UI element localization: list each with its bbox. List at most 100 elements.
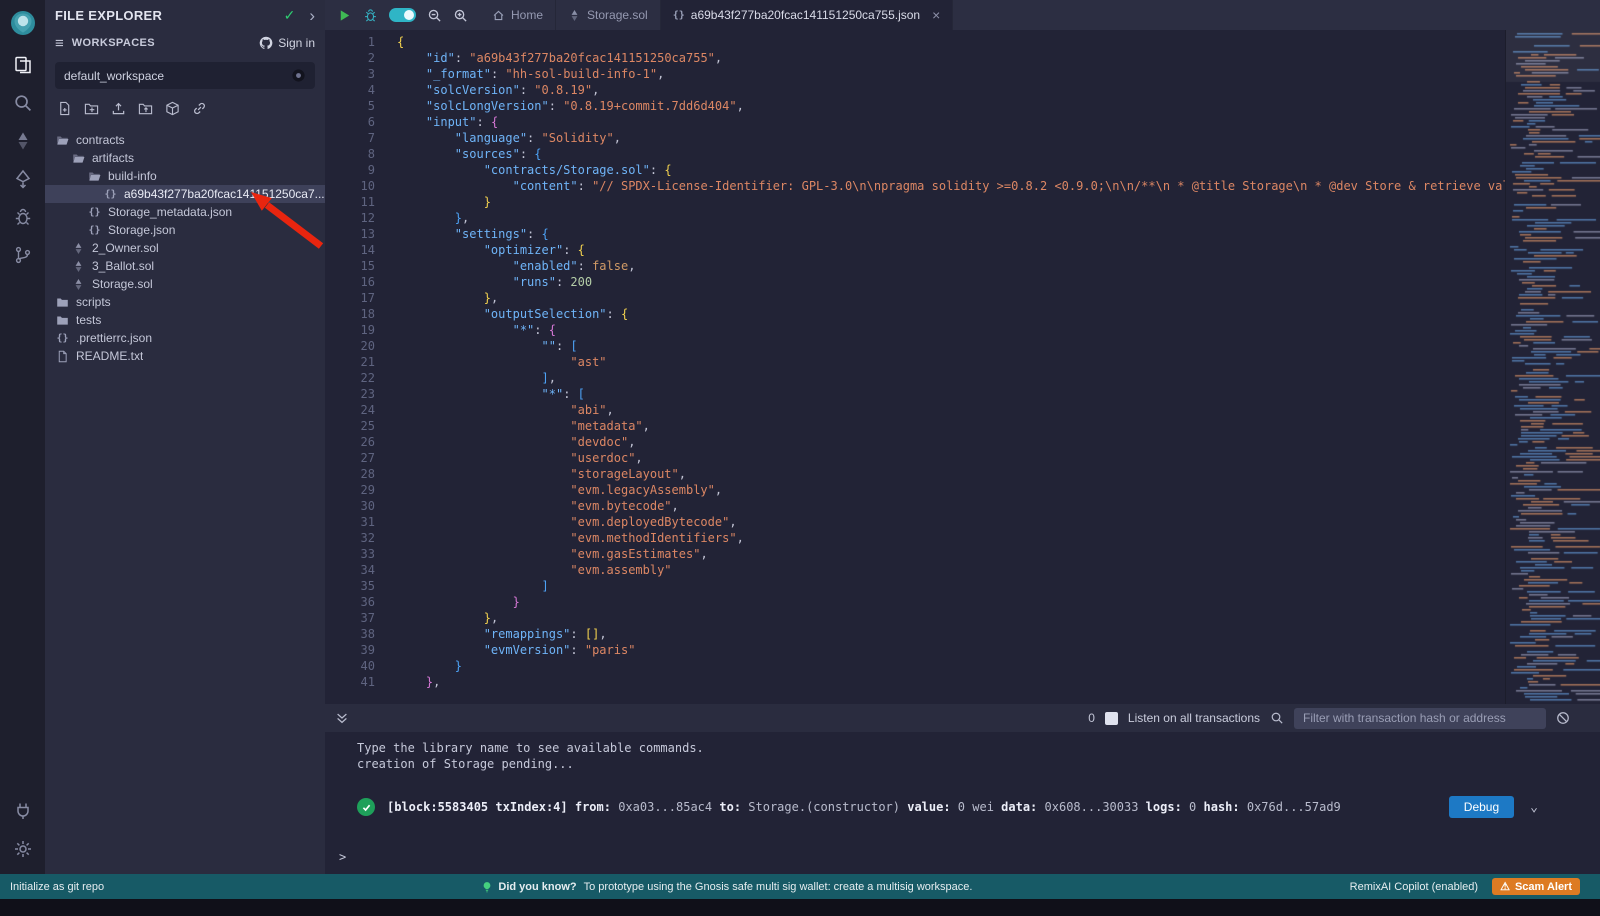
chevron-down-icon[interactable]: ⌄: [1530, 800, 1538, 815]
git-icon[interactable]: [0, 236, 45, 274]
link-icon[interactable]: [192, 101, 207, 121]
copilot-status[interactable]: RemixAI Copilot (enabled): [1350, 881, 1478, 893]
code-line: "content": "// SPDX-License-Identifier: …: [397, 178, 1505, 194]
terminal[interactable]: Type the library name to see available c…: [325, 732, 1600, 874]
chevron-right-icon[interactable]: ›: [309, 7, 315, 24]
window-edge: [0, 899, 1600, 916]
file-tree-item[interactable]: {}.prettierrc.json: [45, 329, 325, 347]
file-tree-item[interactable]: build-info: [45, 167, 325, 185]
line-number: 28: [325, 466, 375, 482]
code-line: "": [: [397, 338, 1505, 354]
file-tree-item[interactable]: 2_Owner.sol: [45, 239, 325, 257]
file-explorer-icon[interactable]: [0, 46, 45, 84]
line-number: 29: [325, 482, 375, 498]
activity-bar-bottom: [0, 792, 45, 874]
zoom-in-icon[interactable]: [453, 8, 468, 23]
settings-icon[interactable]: [0, 830, 45, 868]
file-name: a69b43f277ba20fcac141151250ca7...: [124, 187, 325, 201]
code-line: "solcVersion": "0.8.19",: [397, 82, 1505, 98]
code-line: "_format": "hh-sol-build-info-1",: [397, 66, 1505, 82]
json-icon: {}: [87, 207, 102, 218]
home-icon: [492, 9, 505, 22]
line-number: 19: [325, 322, 375, 338]
line-number: 5: [325, 98, 375, 114]
code-line: "ast": [397, 354, 1505, 370]
file-tree-item[interactable]: {}Storage.json: [45, 221, 325, 239]
file-tree-item[interactable]: scripts: [45, 293, 325, 311]
zoom-out-icon[interactable]: [427, 8, 442, 23]
file-name: Storage.json: [108, 223, 175, 237]
collapse-terminal-icon[interactable]: [335, 711, 349, 725]
sign-in-button[interactable]: Sign in: [259, 36, 315, 50]
tip-text: To prototype using the Gnosis safe multi…: [584, 881, 973, 893]
upload-folder-icon[interactable]: [138, 101, 153, 121]
file-tree-item[interactable]: contracts: [45, 131, 325, 149]
bug-icon[interactable]: [363, 8, 378, 23]
file-tree-item[interactable]: 3_Ballot.sol: [45, 257, 325, 275]
code-editor[interactable]: 1234567891011121314151617181920212223242…: [325, 30, 1600, 704]
line-number: 12: [325, 210, 375, 226]
github-icon: [259, 36, 273, 50]
terminal-header: 0 Listen on all transactions: [325, 704, 1600, 732]
code-line: "evm.legacyAssembly",: [397, 482, 1505, 498]
debug-button[interactable]: Debug: [1449, 796, 1514, 818]
line-number: 36: [325, 594, 375, 610]
line-number: 25: [325, 418, 375, 434]
workspaces-label: WORKSPACES: [72, 37, 252, 49]
transaction-row[interactable]: [block:5583405 txIndex:4] from: 0xa03...…: [357, 796, 1600, 818]
file-tree-item[interactable]: tests: [45, 311, 325, 329]
file-name: artifacts: [92, 151, 134, 165]
solidity-compiler-icon[interactable]: [0, 122, 45, 160]
search-icon[interactable]: [1270, 711, 1284, 725]
deploy-run-icon[interactable]: [0, 160, 45, 198]
line-number: 40: [325, 658, 375, 674]
new-file-icon[interactable]: [57, 101, 72, 121]
tab-bar: HomeStorage.sol{}a69b43f277ba20fcac14115…: [325, 0, 1600, 30]
success-check-icon: [357, 798, 375, 816]
line-number: 10: [325, 178, 375, 194]
line-number: 26: [325, 434, 375, 450]
line-number: 20: [325, 338, 375, 354]
listen-checkbox[interactable]: [1105, 712, 1118, 725]
panel-header: FILE EXPLORER ✓ ›: [45, 0, 325, 30]
code-line: }: [397, 658, 1505, 674]
line-number: 30: [325, 498, 375, 514]
upload-file-icon[interactable]: [111, 101, 126, 121]
code-line: "optimizer": {: [397, 242, 1505, 258]
line-number: 8: [325, 146, 375, 162]
new-folder-icon[interactable]: [84, 101, 99, 121]
git-init-button[interactable]: Initialize as git repo: [10, 881, 104, 893]
transaction-log-text: [block:5583405 txIndex:4] from: 0xa03...…: [387, 800, 1449, 814]
tab-home[interactable]: Home: [480, 0, 556, 30]
search-icon[interactable]: [0, 84, 45, 122]
activity-bar-top: [0, 0, 45, 274]
menu-icon[interactable]: ≡: [55, 35, 64, 52]
tab-storage-sol[interactable]: Storage.sol: [556, 0, 661, 30]
debugger-icon[interactable]: [0, 198, 45, 236]
clear-console-icon[interactable]: [1556, 711, 1570, 725]
file-tree-item[interactable]: {}a69b43f277ba20fcac141151250ca7...: [45, 185, 325, 203]
minimap-canvas: [1506, 30, 1600, 704]
close-icon[interactable]: ×: [932, 8, 940, 22]
scam-alert-badge[interactable]: ⚠ Scam Alert: [1492, 878, 1580, 895]
file-tree-item[interactable]: README.txt: [45, 347, 325, 365]
tab-a69b43f277ba20fcac141151250ca755-json[interactable]: {}a69b43f277ba20fcac141151250ca755.json×: [661, 0, 954, 30]
file-tree-item[interactable]: Storage.sol: [45, 275, 325, 293]
record-toggle[interactable]: [389, 8, 416, 22]
file-tree: contractsartifactsbuild-info{}a69b43f277…: [45, 131, 325, 365]
file-tree-item[interactable]: artifacts: [45, 149, 325, 167]
ipfs-box-icon[interactable]: [165, 101, 180, 121]
remix-logo-icon[interactable]: [0, 0, 45, 46]
plugin-manager-icon[interactable]: [0, 792, 45, 830]
minimap[interactable]: [1505, 30, 1600, 704]
explorer-toolbar: [45, 97, 325, 127]
workspace-select[interactable]: default_workspace: [55, 62, 315, 89]
remix-ide: FILE EXPLORER ✓ › ≡ WORKSPACES Sign in d…: [0, 0, 1600, 916]
line-number: 3: [325, 66, 375, 82]
code-line: },: [397, 290, 1505, 306]
line-number: 18: [325, 306, 375, 322]
file-tree-item[interactable]: {}Storage_metadata.json: [45, 203, 325, 221]
line-number: 27: [325, 450, 375, 466]
run-script-icon[interactable]: [337, 8, 352, 23]
filter-input[interactable]: [1294, 708, 1546, 729]
